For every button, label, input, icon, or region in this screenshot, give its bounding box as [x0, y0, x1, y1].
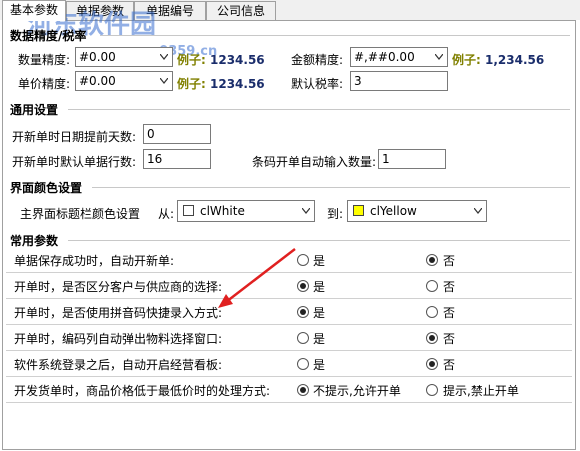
chevron-down-icon [160, 54, 168, 60]
low-price-handling-label: 开发货单时，商品价格低于最低价时的处理方式: [14, 384, 271, 398]
title-bar-color-label: 主界面标题栏颜色设置 [20, 207, 141, 221]
price-precision-label: 单价精度: [18, 77, 71, 91]
radio-no[interactable] [426, 332, 438, 344]
section-divider [92, 187, 570, 188]
amount-precision-value: #,##0.00 [354, 50, 415, 64]
option-no-label: 否 [443, 306, 456, 320]
qty-precision-value: #0.00 [79, 50, 116, 64]
radio-no[interactable] [426, 280, 438, 292]
chevron-down-icon [435, 54, 443, 60]
radio-no[interactable] [426, 254, 438, 266]
chevron-down-icon [474, 208, 482, 214]
chevron-down-icon [302, 208, 310, 214]
radio-yes[interactable] [297, 332, 309, 344]
qty-precision-select[interactable]: #0.00 [75, 47, 173, 67]
advance-days-label: 开新单时日期提前天数: [12, 130, 137, 144]
price-precision-select[interactable]: #0.00 [75, 71, 173, 91]
option-yes-label: 是 [313, 358, 326, 372]
appearance-section-title: 界面颜色设置 [10, 181, 83, 195]
low-price-handling-row: 开发货单时，商品价格低于最低价时的处理方式: 不提示,允许开单 提示,禁止开单 [6, 377, 572, 403]
precision-section-title: 数据精度/税率 [10, 29, 87, 43]
color-to-label: 到: [327, 207, 344, 221]
color-to-select[interactable]: clYellow [347, 200, 487, 222]
section-divider [68, 109, 570, 110]
advance-days-input[interactable]: 0 [143, 124, 211, 144]
option-yes-label: 是 [313, 254, 326, 268]
option-allow-order-label: 不提示,允许开单 [313, 384, 401, 398]
common-param-row: 软件系统登录之后，自动开启经营看板: 是 否 [6, 351, 572, 377]
section-divider [68, 240, 570, 241]
option-yes-label: 是 [313, 306, 326, 320]
amount-example: 例子: 1,234.56 [452, 53, 545, 67]
barcode-qty-label: 条码开单自动输入数量: [252, 155, 377, 169]
default-rows-input[interactable]: 16 [143, 149, 211, 169]
radio-no[interactable] [426, 306, 438, 318]
option-no-label: 否 [443, 254, 456, 268]
radio-yes[interactable] [297, 358, 309, 370]
default-rows-label: 开新单时默认单据行数: [12, 155, 137, 169]
color-swatch-yellow [353, 205, 364, 216]
tab-basic-params[interactable]: 基本参数 [2, 0, 66, 21]
common-param-label: 开单时，是否使用拼音码快捷录入方式: [14, 306, 223, 320]
color-from-label: 从: [158, 207, 175, 221]
option-no-label: 否 [443, 280, 456, 294]
common-param-row: 开单时，编码列自动弹出物料选择窗口: 是 否 [6, 325, 572, 351]
radio-forbid-order[interactable] [426, 384, 438, 396]
qty-precision-label: 数量精度: [18, 53, 71, 67]
tab-company-info[interactable]: 公司信息 [206, 1, 276, 20]
annotation-arrow [218, 248, 296, 308]
price-precision-value: #0.00 [79, 74, 116, 88]
option-no-label: 否 [443, 358, 456, 372]
option-yes-label: 是 [313, 280, 326, 294]
radio-allow-order[interactable] [297, 384, 309, 396]
price-example: 例子: 1234.56 [177, 77, 265, 91]
color-from-value: clWhite [200, 204, 245, 218]
option-no-label: 否 [443, 332, 456, 346]
radio-no[interactable] [426, 358, 438, 370]
common-param-label: 单据保存成功时，自动开新单: [14, 254, 175, 268]
color-from-select[interactable]: clWhite [177, 200, 315, 222]
color-to-value: clYellow [370, 204, 417, 218]
common-param-label: 开单时，是否区分客户与供应商的选择: [14, 280, 223, 294]
option-yes-label: 是 [313, 332, 326, 346]
amount-precision-label: 金额精度: [291, 53, 344, 67]
chevron-down-icon [160, 78, 168, 84]
default-tax-label: 默认税率: [291, 77, 344, 91]
qty-example: 例子: 1234.56 [177, 53, 265, 67]
barcode-qty-input[interactable]: 1 [378, 149, 446, 169]
common-param-label: 开单时，编码列自动弹出物料选择窗口: [14, 332, 223, 346]
color-swatch-white [183, 205, 194, 216]
amount-precision-select[interactable]: #,##0.00 [350, 47, 448, 67]
section-divider [100, 35, 570, 36]
general-section-title: 通用设置 [10, 103, 59, 117]
default-tax-input[interactable]: 3 [350, 71, 448, 91]
option-forbid-order-label: 提示,禁止开单 [443, 384, 519, 398]
common-param-label: 软件系统登录之后，自动开启经营看板: [14, 358, 223, 372]
